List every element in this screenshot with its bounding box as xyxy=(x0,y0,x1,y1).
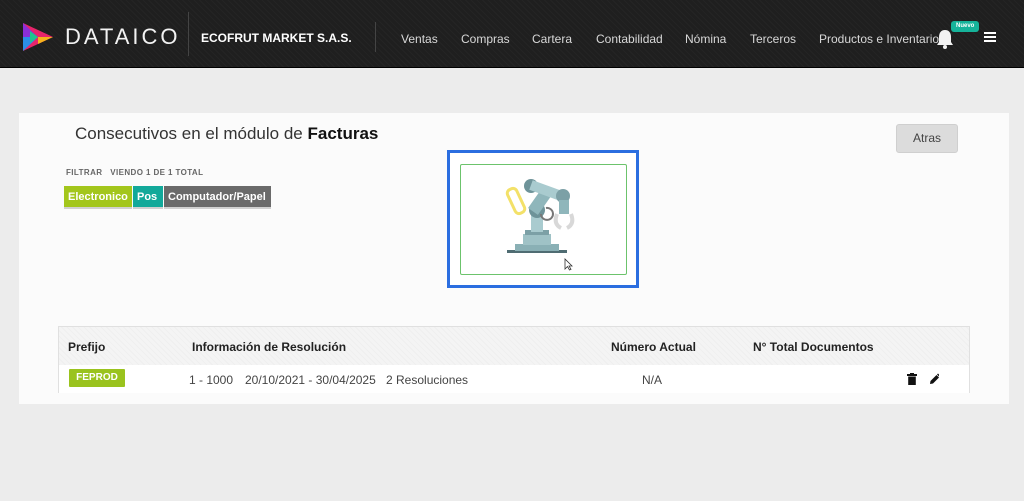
nav-item-terceros[interactable]: Terceros xyxy=(750,32,796,46)
filter-status: FILTRAR VIENDO 1 DE 1 TOTAL xyxy=(66,168,204,177)
table-header: Prefijo Información de Resolución Número… xyxy=(59,327,969,365)
main-nav: Ventas Compras Cartera Contabilidad Nómi… xyxy=(0,32,1024,46)
mouse-cursor-icon xyxy=(564,258,573,271)
nav-item-productos-inventario[interactable]: Productos e Inventario xyxy=(819,32,939,46)
trash-icon[interactable] xyxy=(907,373,917,385)
nav-item-compras[interactable]: Compras xyxy=(461,32,510,46)
nav-item-nomina[interactable]: Nómina xyxy=(685,32,726,46)
loading-overlay xyxy=(447,150,639,288)
current-number: N/A xyxy=(642,373,663,387)
nav-item-contabilidad[interactable]: Contabilidad xyxy=(596,32,663,46)
col-total-documents: N° Total Documentos xyxy=(753,340,874,354)
filter-computador-papel[interactable]: Computador/Papel xyxy=(164,186,271,209)
loading-frame xyxy=(460,164,627,275)
nav-item-cartera[interactable]: Cartera xyxy=(532,32,572,46)
new-badge: Nuevo xyxy=(951,21,980,32)
filter-pos[interactable]: Pos xyxy=(133,186,163,209)
table-row[interactable]: FEPROD 1 - 1000 20/10/2021 - 30/04/2025 … xyxy=(59,365,969,393)
back-button[interactable]: Atras xyxy=(896,124,958,153)
consecutives-table: Prefijo Información de Resolución Número… xyxy=(58,326,970,393)
col-resolution: Información de Resolución xyxy=(192,340,347,354)
hamburger-menu-icon[interactable] xyxy=(984,32,996,42)
pencil-icon[interactable] xyxy=(929,373,939,385)
nav-item-ventas[interactable]: Ventas xyxy=(401,32,438,46)
top-navbar: DATAICO ECOFRUT MARKET S.A.S. Ventas Com… xyxy=(0,0,1024,68)
col-current-number: Número Actual xyxy=(611,340,696,354)
filter-chips: Electronico Pos Computador/Papel xyxy=(64,186,271,209)
page-title: Consecutivos en el módulo de Facturas xyxy=(75,124,379,143)
prefix-badge: FEPROD xyxy=(69,369,125,387)
resolution-range: 1 - 1000 xyxy=(189,373,234,387)
resolution-dates: 20/10/2021 - 30/04/2025 xyxy=(245,373,376,387)
robot-arm-icon xyxy=(505,179,575,253)
col-prefix: Prefijo xyxy=(68,340,106,354)
filter-electronico[interactable]: Electronico xyxy=(64,186,132,209)
resolution-count[interactable]: 2 Resoluciones xyxy=(386,373,468,387)
